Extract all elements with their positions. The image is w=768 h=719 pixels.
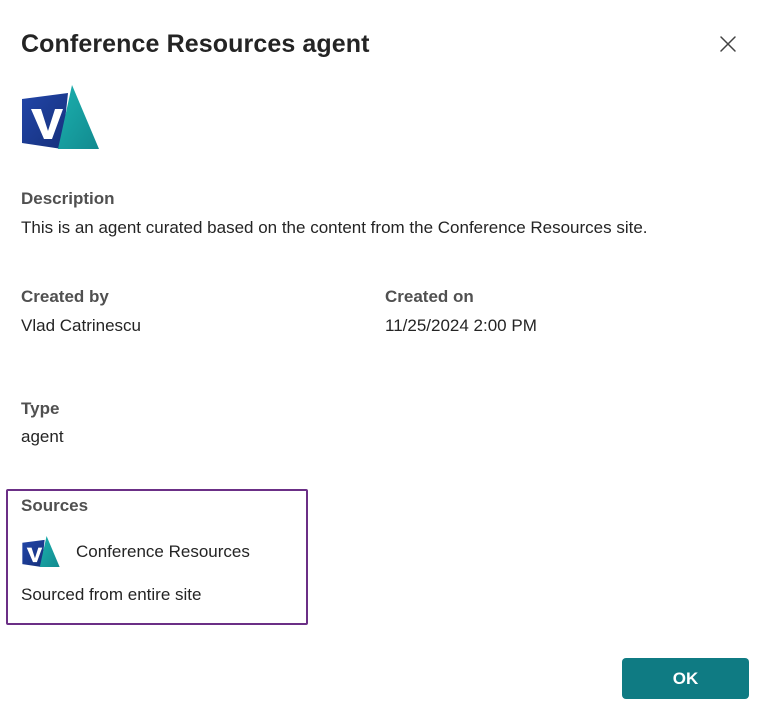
description-label: Description [21,189,115,208]
created-on-label: Created on [385,287,474,306]
type-value: agent [21,427,64,446]
site-logo-icon [22,85,99,149]
ok-button[interactable]: OK [622,658,749,699]
description-value: This is an agent curated based on the co… [21,218,648,237]
site-logo-icon [22,536,60,567]
sources-label: Sources [21,496,89,515]
sources-scope: Sourced from entire site [21,585,202,604]
close-icon [720,36,736,52]
type-label: Type [21,399,60,418]
created-by-value: Vlad Catrinescu [21,316,142,335]
agent-details-dialog: Conference Resources agent Description T… [0,0,768,719]
created-by-label: Created by [21,287,109,306]
close-button[interactable] [712,28,744,60]
dialog-title: Conference Resources agent [21,30,370,58]
created-on-value: 11/25/2024 2:00 PM [385,316,537,335]
source-item-name[interactable]: Conference Resources [76,542,250,562]
